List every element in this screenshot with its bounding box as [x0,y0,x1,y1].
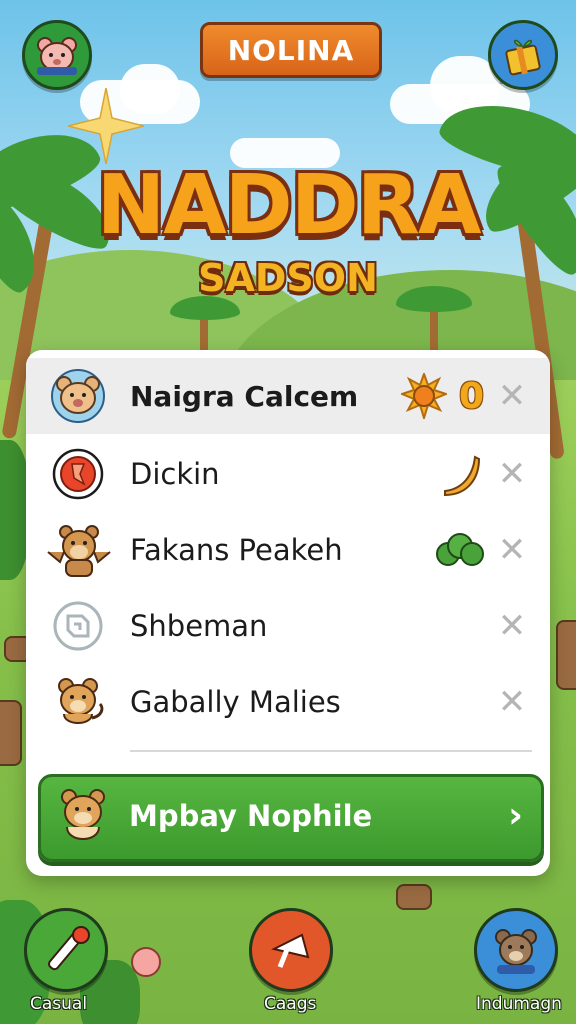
list-item[interactable]: Naigra Calcem 0 ✕ [26,358,550,434]
close-icon[interactable]: ✕ [496,682,528,722]
caags-label: Caags [264,994,317,1014]
paper-plane-icon [271,933,310,968]
gift-box-icon [505,39,541,76]
close-icon[interactable]: ✕ [496,606,528,646]
flower-icon [131,947,161,977]
pencil-icon [48,926,90,971]
close-icon[interactable]: ✕ [496,376,528,416]
shield-emblem-icon [50,446,106,502]
rock [556,620,576,690]
sun-icon [398,370,450,422]
indumagn-button[interactable] [474,908,558,992]
fox-avatar-icon [53,785,113,847]
level-badge[interactable]: NOLINA [200,22,382,78]
casual-button[interactable] [24,908,108,992]
rock [396,884,432,910]
play-button[interactable]: Mpbay Nophile › [38,774,544,862]
item-count: 0 [458,375,484,417]
play-button-label: Mpbay Nophile [129,799,373,833]
player-name: Shbeman [130,609,268,643]
list-item[interactable]: Dickin ✕ [26,436,550,512]
bush-icon [434,524,486,576]
bear-avatar-icon [50,368,106,424]
divider [130,750,532,752]
close-icon[interactable]: ✕ [496,530,528,570]
player-name: Fakans Peakeh [130,533,343,567]
rune-emblem-icon [50,598,106,654]
banana-icon [434,448,486,500]
player-name: Naigra Calcem [130,379,359,413]
shop-button[interactable] [488,20,558,90]
rock [0,700,22,766]
bear-face-icon [37,37,77,75]
player-name: Dickin [130,457,220,491]
chevron-right-icon: › [508,795,523,836]
list-item[interactable]: Gabally Malies ✕ [26,664,550,740]
game-subtitle: SADSON [198,256,378,300]
monkey-avatar-icon [44,522,114,578]
game-title: NADDRA [96,158,482,253]
bear-face-icon [495,929,537,974]
player-name: Gabally Malies [130,685,341,719]
list-item[interactable]: Fakans Peakeh ✕ [26,512,550,588]
fox-avatar-icon [50,674,106,730]
caags-button[interactable] [249,908,333,992]
close-icon[interactable]: ✕ [496,454,528,494]
indumagn-label: Indumagn [476,994,562,1014]
casual-label: Casual [30,994,88,1014]
profile-button[interactable] [22,20,92,90]
player-list-panel: Naigra Calcem 0 ✕ Dickin ✕ Fakans Peakeh… [26,350,550,876]
list-item[interactable]: Shbeman ✕ [26,588,550,664]
level-badge-label: NOLINA [227,33,355,67]
